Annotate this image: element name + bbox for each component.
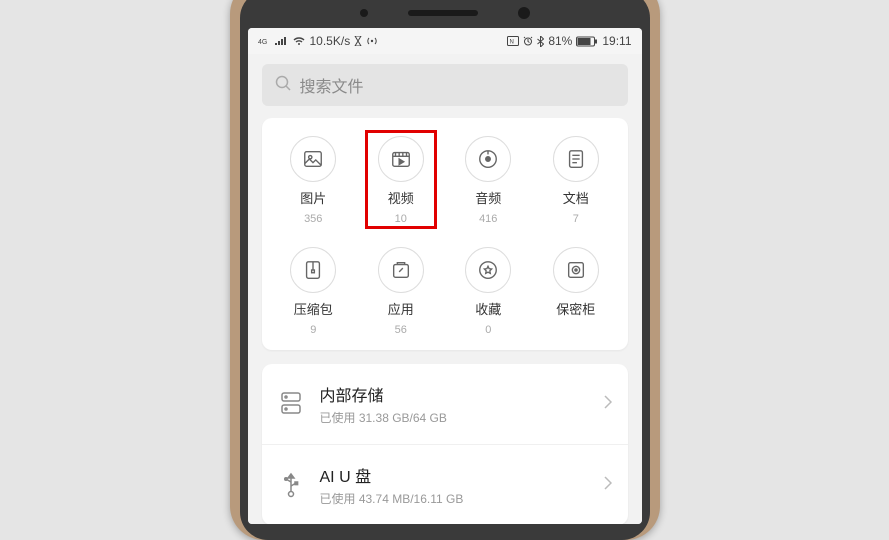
app-content: 搜索文件 图片 356 视频 10 音频 416 文档 7 压缩包 9 应用 56 收藏 0 保密柜 内部存… bbox=[248, 54, 642, 524]
usb-icon bbox=[278, 472, 304, 498]
signal-icon bbox=[274, 36, 288, 46]
storage-title: 内部存储 bbox=[320, 382, 588, 406]
storage-usb[interactable]: AI U 盘已使用 43.74 MB/16.11 GB bbox=[262, 445, 628, 524]
phone-top bbox=[248, 0, 642, 28]
hourglass-icon bbox=[354, 36, 362, 46]
battery-icon bbox=[576, 36, 598, 47]
storage-title: AI U 盘 bbox=[320, 463, 588, 487]
category-label: 保密柜 bbox=[556, 299, 595, 318]
phone-frame: 4G 10.5K/s bbox=[230, 0, 660, 540]
category-label: 收藏 bbox=[475, 299, 501, 318]
category-label: 视频 bbox=[388, 188, 414, 207]
category-count: 7 bbox=[573, 213, 579, 225]
nfc-icon: N bbox=[507, 36, 519, 46]
app-icon bbox=[378, 247, 424, 293]
search-placeholder: 搜索文件 bbox=[300, 73, 364, 97]
alarm-icon bbox=[523, 36, 533, 46]
svg-text:N: N bbox=[510, 40, 514, 46]
chevron-right-icon bbox=[604, 476, 612, 495]
clock-time: 19:11 bbox=[602, 34, 631, 48]
wifi-icon bbox=[292, 36, 306, 46]
category-label: 图片 bbox=[300, 188, 326, 207]
category-label: 文档 bbox=[563, 188, 589, 207]
network-speed: 10.5K/s bbox=[310, 34, 351, 48]
category-label: 应用 bbox=[388, 299, 414, 318]
category-video[interactable]: 视频 10 bbox=[357, 136, 445, 225]
hotspot-icon bbox=[366, 36, 378, 46]
category-app[interactable]: 应用 56 bbox=[357, 247, 445, 336]
category-label: 音频 bbox=[475, 188, 501, 207]
category-label: 压缩包 bbox=[294, 299, 333, 318]
chevron-right-icon bbox=[604, 395, 612, 414]
storage-internal[interactable]: 内部存储已使用 31.38 GB/64 GB bbox=[262, 364, 628, 445]
category-doc[interactable]: 文档 7 bbox=[532, 136, 620, 225]
phone-bezel: 4G 10.5K/s bbox=[240, 0, 650, 540]
category-count: 56 bbox=[395, 324, 407, 336]
category-favorite[interactable]: 收藏 0 bbox=[445, 247, 533, 336]
category-count: 9 bbox=[310, 324, 316, 336]
category-count: 10 bbox=[395, 213, 407, 225]
category-image[interactable]: 图片 356 bbox=[270, 136, 358, 225]
category-count: 416 bbox=[479, 213, 497, 225]
internal-icon bbox=[278, 391, 304, 417]
category-safe[interactable]: 保密柜 bbox=[532, 247, 620, 336]
safe-icon bbox=[553, 247, 599, 293]
categories-card: 图片 356 视频 10 音频 416 文档 7 压缩包 9 应用 56 收藏 0 保密柜 bbox=[262, 118, 628, 350]
search-input[interactable]: 搜索文件 bbox=[262, 64, 628, 106]
image-icon bbox=[290, 136, 336, 182]
archive-icon bbox=[290, 247, 336, 293]
storage-sub: 已使用 43.74 MB/16.11 GB bbox=[320, 490, 588, 507]
status-bar: 4G 10.5K/s bbox=[248, 28, 642, 54]
video-icon bbox=[378, 136, 424, 182]
bluetooth-icon bbox=[537, 36, 544, 47]
battery-percent: 81% bbox=[548, 34, 572, 48]
storage-list: 内部存储已使用 31.38 GB/64 GBAI U 盘已使用 43.74 MB… bbox=[262, 364, 628, 524]
category-audio[interactable]: 音频 416 bbox=[445, 136, 533, 225]
search-icon bbox=[274, 74, 292, 97]
category-count: 0 bbox=[485, 324, 491, 336]
category-count: 356 bbox=[304, 213, 322, 225]
favorite-icon bbox=[465, 247, 511, 293]
category-archive[interactable]: 压缩包 9 bbox=[270, 247, 358, 336]
doc-icon bbox=[553, 136, 599, 182]
svg-text:4G: 4G bbox=[258, 39, 267, 46]
network-4g-icon: 4G bbox=[258, 36, 270, 46]
audio-icon bbox=[465, 136, 511, 182]
screen: 4G 10.5K/s bbox=[248, 28, 642, 524]
storage-sub: 已使用 31.38 GB/64 GB bbox=[320, 409, 588, 426]
